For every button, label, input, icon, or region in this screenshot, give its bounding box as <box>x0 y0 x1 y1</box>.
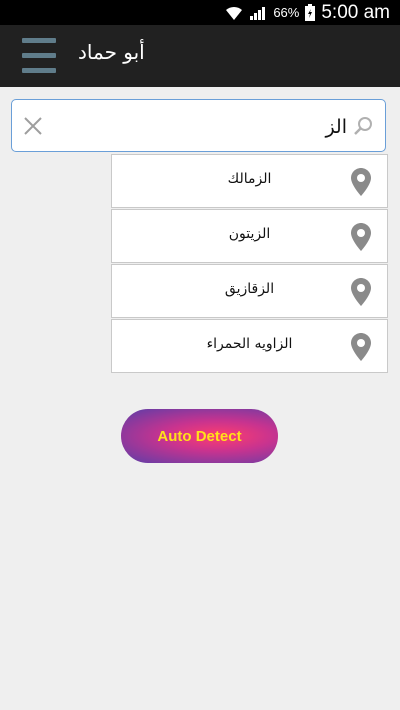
wifi-icon <box>226 6 243 20</box>
suggestion-label: الزاويه الحمراء <box>206 336 293 352</box>
search-input[interactable] <box>65 109 349 145</box>
close-x-icon[interactable] <box>20 113 46 139</box>
suggestion-item[interactable]: الزقازيق <box>111 264 388 318</box>
magnifier-icon <box>354 117 372 135</box>
clock: 5:00 am <box>321 1 390 23</box>
status-bar-right: 66% 5:00 am <box>225 0 390 25</box>
suggestion-label: الزقازيق <box>224 281 275 297</box>
app-title: أبو حماد <box>78 40 145 64</box>
suggestion-item[interactable]: الزمالك <box>111 154 388 208</box>
suggestion-label: الزيتون <box>228 226 271 242</box>
signal-icon <box>250 6 266 20</box>
hamburger-menu-icon[interactable] <box>22 38 56 74</box>
status-bar: 66% 5:00 am <box>0 0 400 25</box>
search-box <box>11 99 386 152</box>
location-pin-icon <box>351 168 371 196</box>
auto-detect-button[interactable]: Auto Detect <box>121 409 278 463</box>
suggestion-label: الزمالك <box>227 171 272 187</box>
suggestion-item[interactable]: الزاويه الحمراء <box>111 319 388 373</box>
battery-icon <box>305 4 316 21</box>
suggestion-item[interactable]: الزيتون <box>111 209 388 263</box>
location-pin-icon <box>351 223 371 251</box>
location-pin-icon <box>351 333 371 361</box>
app-toolbar: أبو حماد <box>0 25 400 87</box>
battery-percent: 66% <box>273 5 300 20</box>
suggestions-list: الزمالك الزيتون الزقازيق الزاويه الحمراء <box>111 154 388 374</box>
location-pin-icon <box>351 278 371 306</box>
